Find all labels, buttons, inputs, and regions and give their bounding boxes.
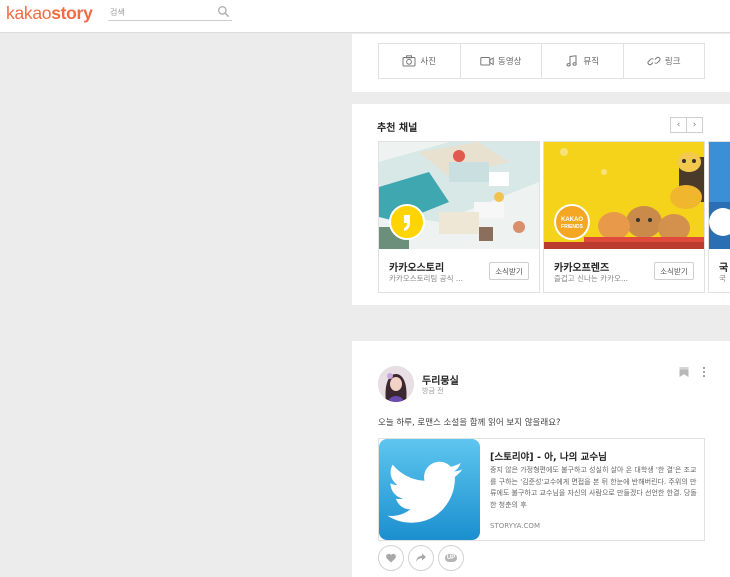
section-title: 추천 채널: [377, 123, 418, 134]
channel-desc: 국: [719, 274, 726, 283]
channel-name: 카카오스토리: [389, 263, 445, 274]
link-button[interactable]: 링크: [624, 44, 705, 78]
up-button[interactable]: UP: [438, 545, 464, 571]
channel-cover-image: [709, 142, 730, 249]
svg-text:KAKAO: KAKAO: [561, 217, 583, 223]
carousel-nav: ‹ ›: [670, 117, 703, 133]
search-icon[interactable]: [217, 5, 230, 18]
post-text: 오늘 하루, 로맨스 소설을 함께 읽어 보지 않을래요?: [378, 418, 561, 428]
search-box: [108, 3, 232, 21]
story-post: 두리뭉실 방금 전 오늘 하루, 로맨스 소설을 함께 읽어 보지 않을래요? …: [352, 341, 730, 577]
music-button[interactable]: 뮤직: [542, 44, 624, 78]
camera-icon: [402, 55, 416, 67]
post-composer: 사진 동영상 뮤직 링크: [352, 34, 730, 92]
video-icon: [480, 57, 494, 66]
subscribe-button[interactable]: 소식받기: [654, 262, 694, 280]
link-icon: [647, 56, 661, 66]
link-preview[interactable]: [스토리야] - 아, 나의 교수님 중지 않은 가정형편에도 불구하고 성실히…: [378, 438, 705, 541]
channel-card-kakaostory[interactable]: 카카오스토리 카카오스토리팀 공식 ... 소식받기: [378, 141, 540, 293]
share-icon: [416, 553, 426, 562]
heart-icon: [386, 553, 396, 563]
more-options-icon[interactable]: [701, 365, 707, 379]
photo-button[interactable]: 사진: [379, 44, 461, 78]
bookmark-icon[interactable]: [678, 366, 690, 378]
post-actions: UP: [378, 545, 464, 571]
search-input[interactable]: [110, 5, 214, 19]
up-icon: UP: [444, 554, 458, 562]
channel-card-kakaofriends[interactable]: KAKAO FRIENDS 카카오프렌즈 즐겁고 신나는 카카오... 소식받기: [543, 141, 705, 293]
channel-name: 카카오프렌즈: [554, 263, 610, 274]
recommended-channels: 추천 채널 ‹ › 카카오스토리 카카오스토리팀 공식 ... 소식받기 KAK…: [352, 104, 730, 305]
channel-desc: 즐겁고 신나는 카카오...: [554, 274, 629, 283]
prev-button[interactable]: ‹: [670, 117, 687, 133]
link-description: 중지 않은 가정형편에도 불구하고 성실히 살아 온 대학생 '한 결'은 조교…: [490, 466, 697, 509]
twitter-bird-image: [379, 439, 480, 540]
subscribe-button[interactable]: 소식받기: [489, 262, 529, 280]
post-time: 방금 전: [422, 387, 444, 395]
share-button[interactable]: [408, 545, 434, 571]
link-domain: STORYYA.COM: [490, 522, 540, 530]
kakaostory-logo[interactable]: kakaostory: [6, 3, 93, 23]
video-button[interactable]: 동영상: [461, 44, 542, 78]
channel-name: 국: [719, 263, 729, 274]
top-bar: kakaostory: [0, 0, 730, 33]
like-button[interactable]: [378, 545, 404, 571]
post-author[interactable]: 두리뭉실: [422, 372, 459, 387]
svg-text:FRIENDS: FRIENDS: [561, 224, 584, 230]
channel-card-3[interactable]: 국 국: [708, 141, 730, 293]
channel-desc: 카카오스토리팀 공식 ...: [389, 274, 464, 283]
channel-badge: KAKAO FRIENDS: [554, 204, 590, 240]
avatar[interactable]: [378, 366, 414, 402]
channel-badge: [389, 204, 425, 240]
music-note-icon: [566, 55, 578, 67]
composer-toolbar: 사진 동영상 뮤직 링크: [378, 43, 705, 79]
link-title: [스토리야] - 아, 나의 교수님: [490, 452, 607, 463]
next-button[interactable]: ›: [686, 117, 703, 133]
